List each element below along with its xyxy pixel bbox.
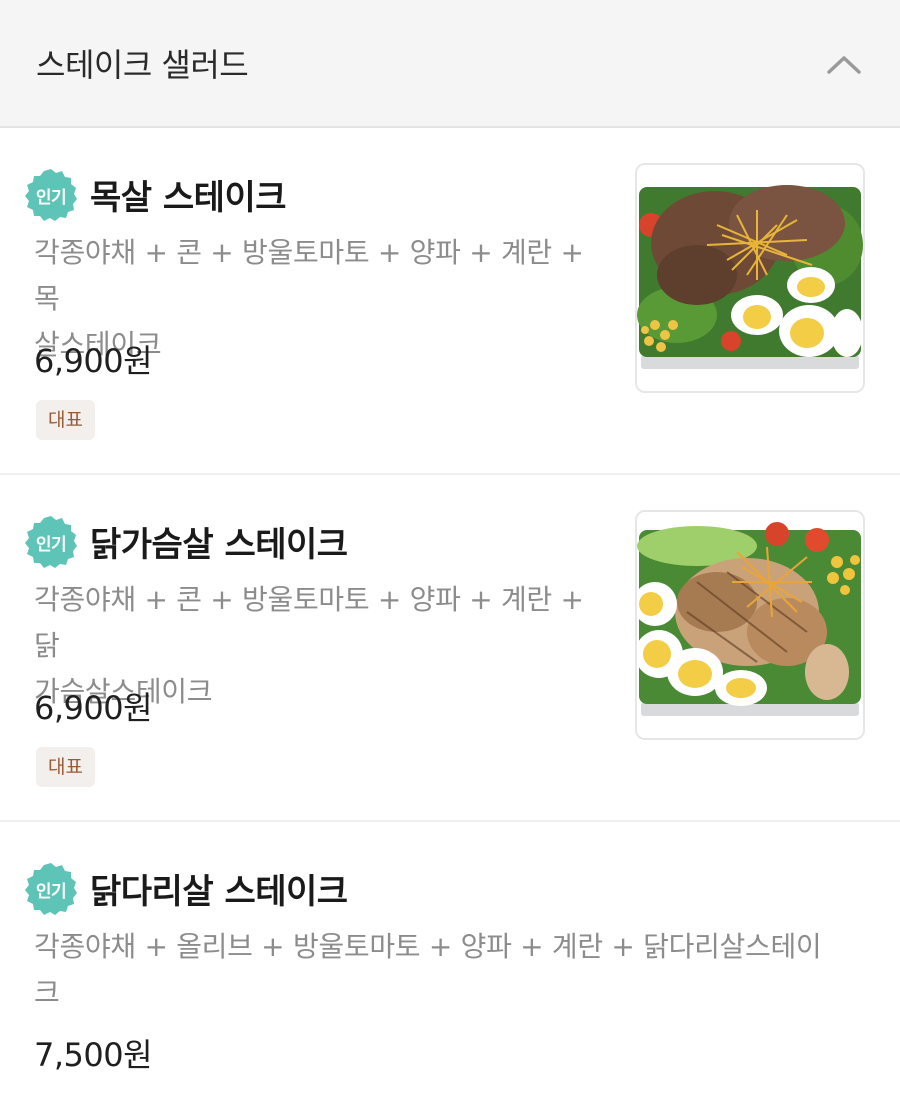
- item-description: 각종야채 + 올리브 + 방울토마토 + 양파 + 계란 + 닭다리살스테이 크: [34, 924, 834, 1016]
- chevron-up-icon: [827, 56, 861, 74]
- description-line: 각종야채 + 콘 + 방울토마토 + 양파 + 계란 + 닭: [34, 583, 584, 662]
- popular-badge: 인기: [24, 168, 78, 222]
- badge-label: 인기: [35, 534, 67, 555]
- menu-item[interactable]: 인기 닭가슴살 스테이크 각종야채 + 콘 + 방울토마토 + 양파 + 계란 …: [0, 475, 900, 822]
- menu-item[interactable]: 인기 닭다리살 스테이크 각종야채 + 올리브 + 방울토마토 + 양파 + 계…: [0, 822, 900, 1100]
- item-price: 6,900원: [34, 689, 153, 727]
- collapse-button[interactable]: [818, 38, 870, 90]
- item-price: 6,900원: [34, 342, 153, 380]
- signature-tag: 대표: [36, 400, 95, 440]
- chicken-breast-steak-salad-photo[interactable]: [635, 510, 865, 740]
- item-name: 목살 스테이크: [90, 178, 287, 218]
- description-line: 크: [34, 976, 60, 1009]
- menu-item[interactable]: 인기 목살 스테이크 각종야채 + 콘 + 방울토마토 + 양파 + 계란 + …: [0, 128, 900, 475]
- section-title: 스테이크 샐러드: [36, 46, 249, 84]
- item-name: 닭다리살 스테이크: [90, 872, 348, 912]
- badge-label: 인기: [35, 881, 67, 902]
- description-line: 각종야채 + 콘 + 방울토마토 + 양파 + 계란 + 목: [34, 236, 584, 315]
- signature-tag: 대표: [36, 747, 95, 787]
- badge-label: 인기: [35, 187, 67, 208]
- pork-neck-steak-salad-photo[interactable]: [635, 163, 865, 393]
- item-name: 닭가슴살 스테이크: [90, 525, 348, 565]
- item-price: 7,500원: [34, 1036, 153, 1074]
- popular-badge: 인기: [24, 515, 78, 569]
- description-line: 각종야채 + 올리브 + 방울토마토 + 양파 + 계란 + 닭다리살스테이: [34, 930, 822, 963]
- section-header[interactable]: 스테이크 샐러드: [0, 0, 900, 128]
- popular-badge: 인기: [24, 862, 78, 916]
